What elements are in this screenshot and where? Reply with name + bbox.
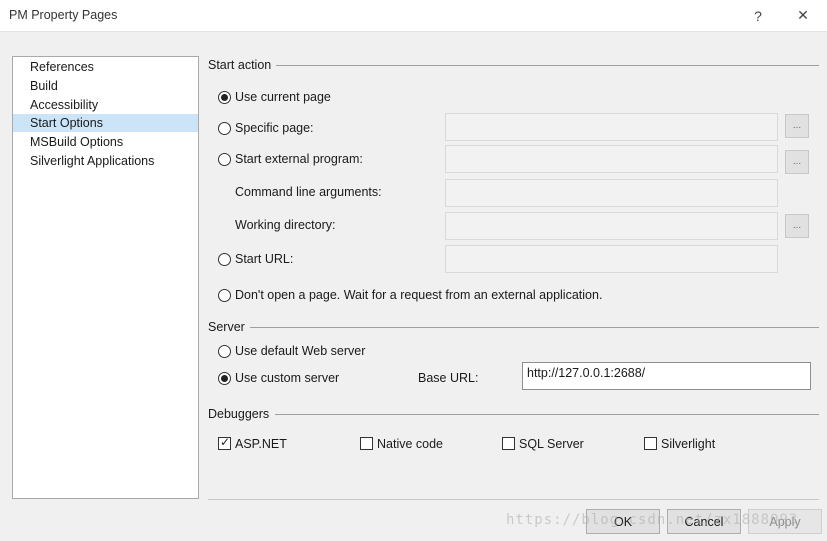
asp-net-checkbox[interactable]: ✓ — [218, 435, 231, 450]
start-external-program-radio[interactable] — [218, 153, 231, 166]
start-action-group-label: Start action — [208, 58, 276, 72]
working-directory-label: Working directory: — [235, 218, 336, 232]
base-url-label: Base URL: — [418, 371, 479, 385]
specific-page-browse-button: ... — [785, 114, 809, 138]
silverlight-checkbox[interactable] — [644, 437, 657, 450]
debuggers-group-label: Debuggers — [208, 407, 274, 421]
specific-page-label[interactable]: Specific page: — [235, 121, 314, 135]
start-url-radio[interactable] — [218, 253, 231, 266]
specific-page-radio[interactable] — [218, 122, 231, 135]
sidebar-item-start-options[interactable]: Start Options — [13, 114, 198, 132]
dont-open-page-radio[interactable] — [218, 289, 231, 302]
use-current-page-label[interactable]: Use current page — [235, 90, 331, 104]
footer-divider — [208, 499, 819, 500]
server-group-label: Server — [208, 320, 249, 334]
native-code-label[interactable]: Native code — [377, 437, 443, 451]
external-program-browse-button: ... — [785, 150, 809, 174]
start-external-program-label[interactable]: Start external program: — [235, 152, 363, 166]
title-bar: PM Property Pages ? ✕ — [0, 0, 827, 32]
working-directory-input — [445, 212, 778, 240]
use-current-page-radio[interactable] — [218, 91, 231, 104]
window-title: PM Property Pages — [9, 8, 118, 22]
sql-server-checkbox[interactable] — [502, 437, 515, 450]
external-program-input — [445, 145, 778, 173]
dont-open-page-label[interactable]: Don't open a page. Wait for a request fr… — [235, 288, 602, 302]
watermark: https://blog.csdn.net/zx1888093 — [506, 512, 799, 528]
command-line-arguments-input — [445, 179, 778, 207]
native-code-checkbox[interactable] — [360, 437, 373, 450]
specific-page-input — [445, 113, 778, 141]
start-action-divider — [276, 65, 819, 66]
command-line-arguments-label: Command line arguments: — [235, 185, 382, 199]
silverlight-label[interactable]: Silverlight — [661, 437, 715, 451]
use-default-web-server-label[interactable]: Use default Web server — [235, 344, 365, 358]
sidebar-item-references[interactable]: References — [13, 58, 198, 76]
sidebar-item-msbuild-options[interactable]: MSBuild Options — [13, 133, 198, 151]
use-default-web-server-radio[interactable] — [218, 345, 231, 358]
use-custom-server-radio[interactable] — [218, 372, 231, 385]
close-button[interactable]: ✕ — [780, 0, 826, 31]
server-divider — [250, 327, 819, 328]
debuggers-divider — [275, 414, 819, 415]
sidebar-item-silverlight-applications[interactable]: Silverlight Applications — [13, 152, 198, 170]
checkmark-icon: ✓ — [220, 435, 231, 449]
sidebar-item-accessibility[interactable]: Accessibility — [13, 96, 198, 114]
sidebar-nav: References Build Accessibility Start Opt… — [12, 56, 199, 499]
sql-server-label[interactable]: SQL Server — [519, 437, 584, 451]
start-url-input — [445, 245, 778, 273]
base-url-input[interactable]: http://127.0.0.1:2688/ — [522, 362, 811, 390]
sidebar-item-build[interactable]: Build — [13, 77, 198, 95]
asp-net-label[interactable]: ASP.NET — [235, 437, 287, 451]
close-icon: ✕ — [797, 7, 809, 23]
help-button[interactable]: ? — [735, 0, 781, 31]
working-directory-browse-button: ... — [785, 214, 809, 238]
start-url-label[interactable]: Start URL: — [235, 252, 293, 266]
use-custom-server-label[interactable]: Use custom server — [235, 371, 339, 385]
